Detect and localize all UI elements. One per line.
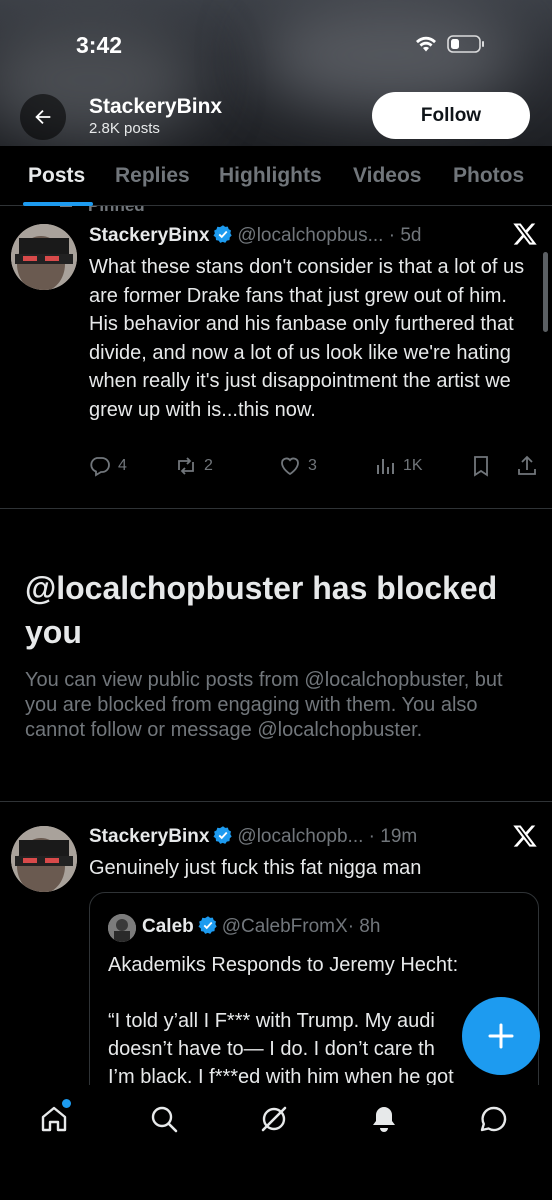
view-count: 1K — [403, 457, 423, 474]
wifi-icon — [416, 36, 436, 52]
profile-post-count: 2.8K posts — [89, 120, 160, 137]
views-icon — [377, 459, 394, 474]
quote-header: Caleb @CalebFromX· 8h — [142, 915, 380, 938]
search-icon[interactable] — [148, 1103, 180, 1135]
notifications-icon[interactable] — [368, 1103, 400, 1135]
pinned-label: Pinned — [88, 206, 145, 216]
tweet-actions: 4 2 3 1K — [88, 454, 540, 484]
back-arrow-icon — [35, 109, 51, 125]
repost-button[interactable]: 2 — [174, 454, 213, 478]
quote-avatar — [108, 914, 136, 942]
x-logo-icon — [513, 223, 537, 245]
author-handle: @localchopbus... — [237, 225, 384, 246]
reply-count: 4 — [118, 457, 127, 474]
profile-tabs: Posts Replies Highlights Videos Photos — [0, 146, 552, 206]
reply-icon — [90, 457, 110, 477]
repost-count: 2 — [204, 457, 213, 474]
avatar[interactable] — [11, 826, 77, 892]
compose-button[interactable] — [462, 997, 540, 1075]
tab-highlights[interactable]: Highlights — [219, 164, 322, 188]
grok-icon[interactable] — [258, 1103, 290, 1135]
blocked-title: @localchopbuster has blocked you — [25, 570, 498, 650]
bookmark-icon — [474, 456, 488, 477]
tweet-time: · 5d — [388, 225, 422, 246]
quote-author-name: Caleb — [142, 916, 194, 937]
tweet-header: StackeryBinx @localchopbus... · 5d — [89, 224, 421, 247]
profile-header: StackeryBinx 2.8K posts Follow — [0, 90, 552, 146]
follow-button[interactable]: Follow — [372, 92, 530, 139]
share-button[interactable] — [515, 454, 539, 478]
messages-icon[interactable] — [478, 1103, 510, 1135]
tab-photos[interactable]: Photos — [453, 164, 524, 188]
pinned-tweet[interactable]: StackeryBinx @localchopbus... · 5d What t… — [0, 216, 552, 508]
bottom-navigation — [0, 1085, 552, 1200]
verified-badge-icon — [213, 826, 233, 844]
status-bar: 3:42 — [0, 0, 552, 90]
tab-videos[interactable]: Videos — [353, 164, 421, 188]
repost-icon — [178, 457, 194, 475]
x-logo-icon — [513, 825, 537, 847]
reply-button[interactable]: 4 — [88, 454, 127, 478]
tab-posts[interactable]: Posts — [28, 164, 85, 188]
divider — [0, 801, 552, 802]
like-count: 3 — [308, 457, 317, 474]
divider — [0, 508, 552, 509]
author-name[interactable]: StackeryBinx — [89, 225, 209, 246]
like-button[interactable]: 3 — [278, 454, 317, 478]
profile-name: StackeryBinx — [89, 95, 223, 118]
bookmark-button[interactable] — [469, 454, 493, 478]
plus-icon — [488, 1023, 514, 1049]
views-button[interactable]: 1K — [373, 454, 423, 478]
author-handle: @localchopb... — [237, 826, 364, 847]
status-time: 3:42 — [76, 32, 123, 58]
quote-time: · 8h — [347, 916, 381, 937]
blocked-description: You can view public posts from @localcho… — [25, 669, 503, 741]
heart-icon — [281, 457, 299, 476]
quote-author-handle: @CalebFromX — [221, 916, 348, 937]
pin-icon — [60, 206, 72, 207]
home-notification-dot — [62, 1099, 71, 1108]
scroll-indicator[interactable] — [543, 252, 548, 332]
verified-badge-icon — [213, 225, 233, 243]
tweet-header: StackeryBinx @localchopb... · 19m — [89, 825, 417, 848]
share-icon — [518, 455, 536, 475]
tweet-text: What these stans don't consider is that … — [89, 256, 525, 421]
tweet-text: Genuinely just fuck this fat nigga man — [89, 857, 422, 879]
verified-badge-icon — [198, 916, 217, 934]
tweet-time: · 19m — [368, 826, 418, 847]
author-name[interactable]: StackeryBinx — [89, 826, 209, 847]
battery-icon — [447, 35, 484, 53]
avatar[interactable] — [11, 224, 77, 290]
tab-replies[interactable]: Replies — [115, 164, 190, 188]
back-button[interactable] — [20, 94, 66, 140]
